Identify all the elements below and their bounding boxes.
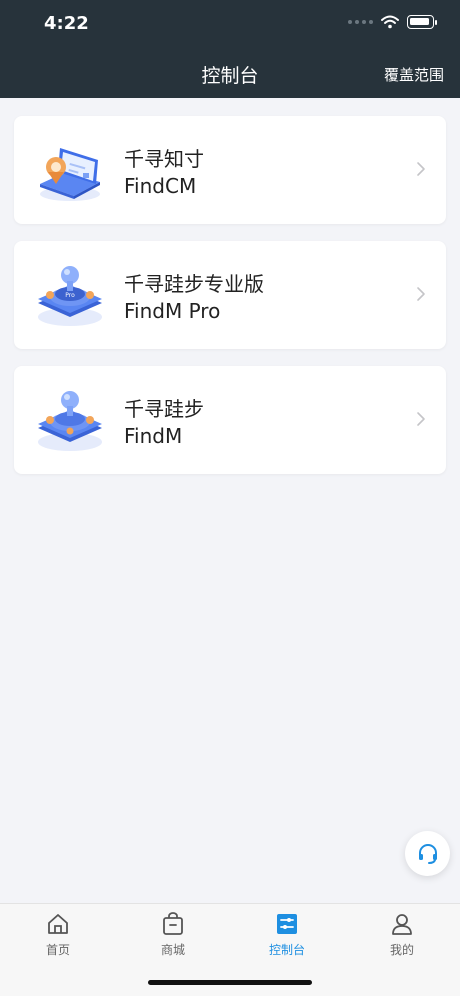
home-indicator bbox=[148, 980, 312, 985]
product-card-findcm[interactable]: 千寻知寸 FindCM bbox=[14, 116, 446, 224]
status-time: 4:22 bbox=[44, 13, 89, 34]
battery-icon bbox=[407, 15, 437, 29]
device-icon bbox=[38, 391, 102, 451]
coverage-button[interactable]: 覆盖范围 bbox=[384, 64, 444, 85]
person-icon bbox=[392, 914, 412, 935]
shopping-bag-icon bbox=[163, 912, 183, 935]
home-icon bbox=[48, 914, 68, 934]
chevron-right-icon bbox=[417, 287, 425, 301]
product-name-cn: 千寻知寸 bbox=[124, 147, 204, 171]
console-icon bbox=[277, 914, 297, 934]
product-name-cn: 千寻跬步专业版 bbox=[124, 272, 264, 296]
tab-label: 商城 bbox=[160, 943, 185, 957]
product-card-findm-pro[interactable]: Pro 千寻跬步专业版 FindM Pro bbox=[14, 241, 446, 349]
wifi-icon bbox=[381, 15, 399, 29]
product-name-en: FindCM bbox=[124, 174, 197, 198]
tab-mine[interactable]: 我的 bbox=[362, 912, 442, 958]
tab-mall[interactable]: 商城 bbox=[133, 912, 213, 958]
chevron-right-icon bbox=[417, 162, 425, 176]
console-screen: 4:22 控制台 覆盖范围 千寻知寸 FindCM Pro 千寻跬步专业版 Fi… bbox=[0, 0, 460, 996]
pro-badge: Pro bbox=[65, 292, 75, 299]
headset-icon bbox=[418, 843, 437, 864]
signal-dots-icon bbox=[348, 20, 373, 24]
product-name-en: FindM bbox=[124, 424, 183, 448]
product-card-findm[interactable]: 千寻跬步 FindM bbox=[14, 366, 446, 474]
customer-service-button[interactable] bbox=[405, 831, 450, 876]
tab-home[interactable]: 首页 bbox=[18, 912, 98, 958]
tab-label: 首页 bbox=[45, 943, 70, 957]
status-icons bbox=[348, 15, 437, 29]
tab-label: 我的 bbox=[389, 943, 414, 957]
tab-console[interactable]: 控制台 bbox=[247, 912, 327, 958]
product-name-en: FindM Pro bbox=[124, 299, 221, 323]
pro-device-icon: Pro bbox=[38, 266, 102, 326]
product-name-cn: 千寻跬步 bbox=[124, 397, 204, 421]
chevron-right-icon bbox=[417, 412, 425, 426]
laptop-icon bbox=[40, 148, 100, 201]
tab-label: 控制台 bbox=[268, 943, 305, 957]
header: 4:22 控制台 覆盖范围 bbox=[0, 0, 460, 98]
